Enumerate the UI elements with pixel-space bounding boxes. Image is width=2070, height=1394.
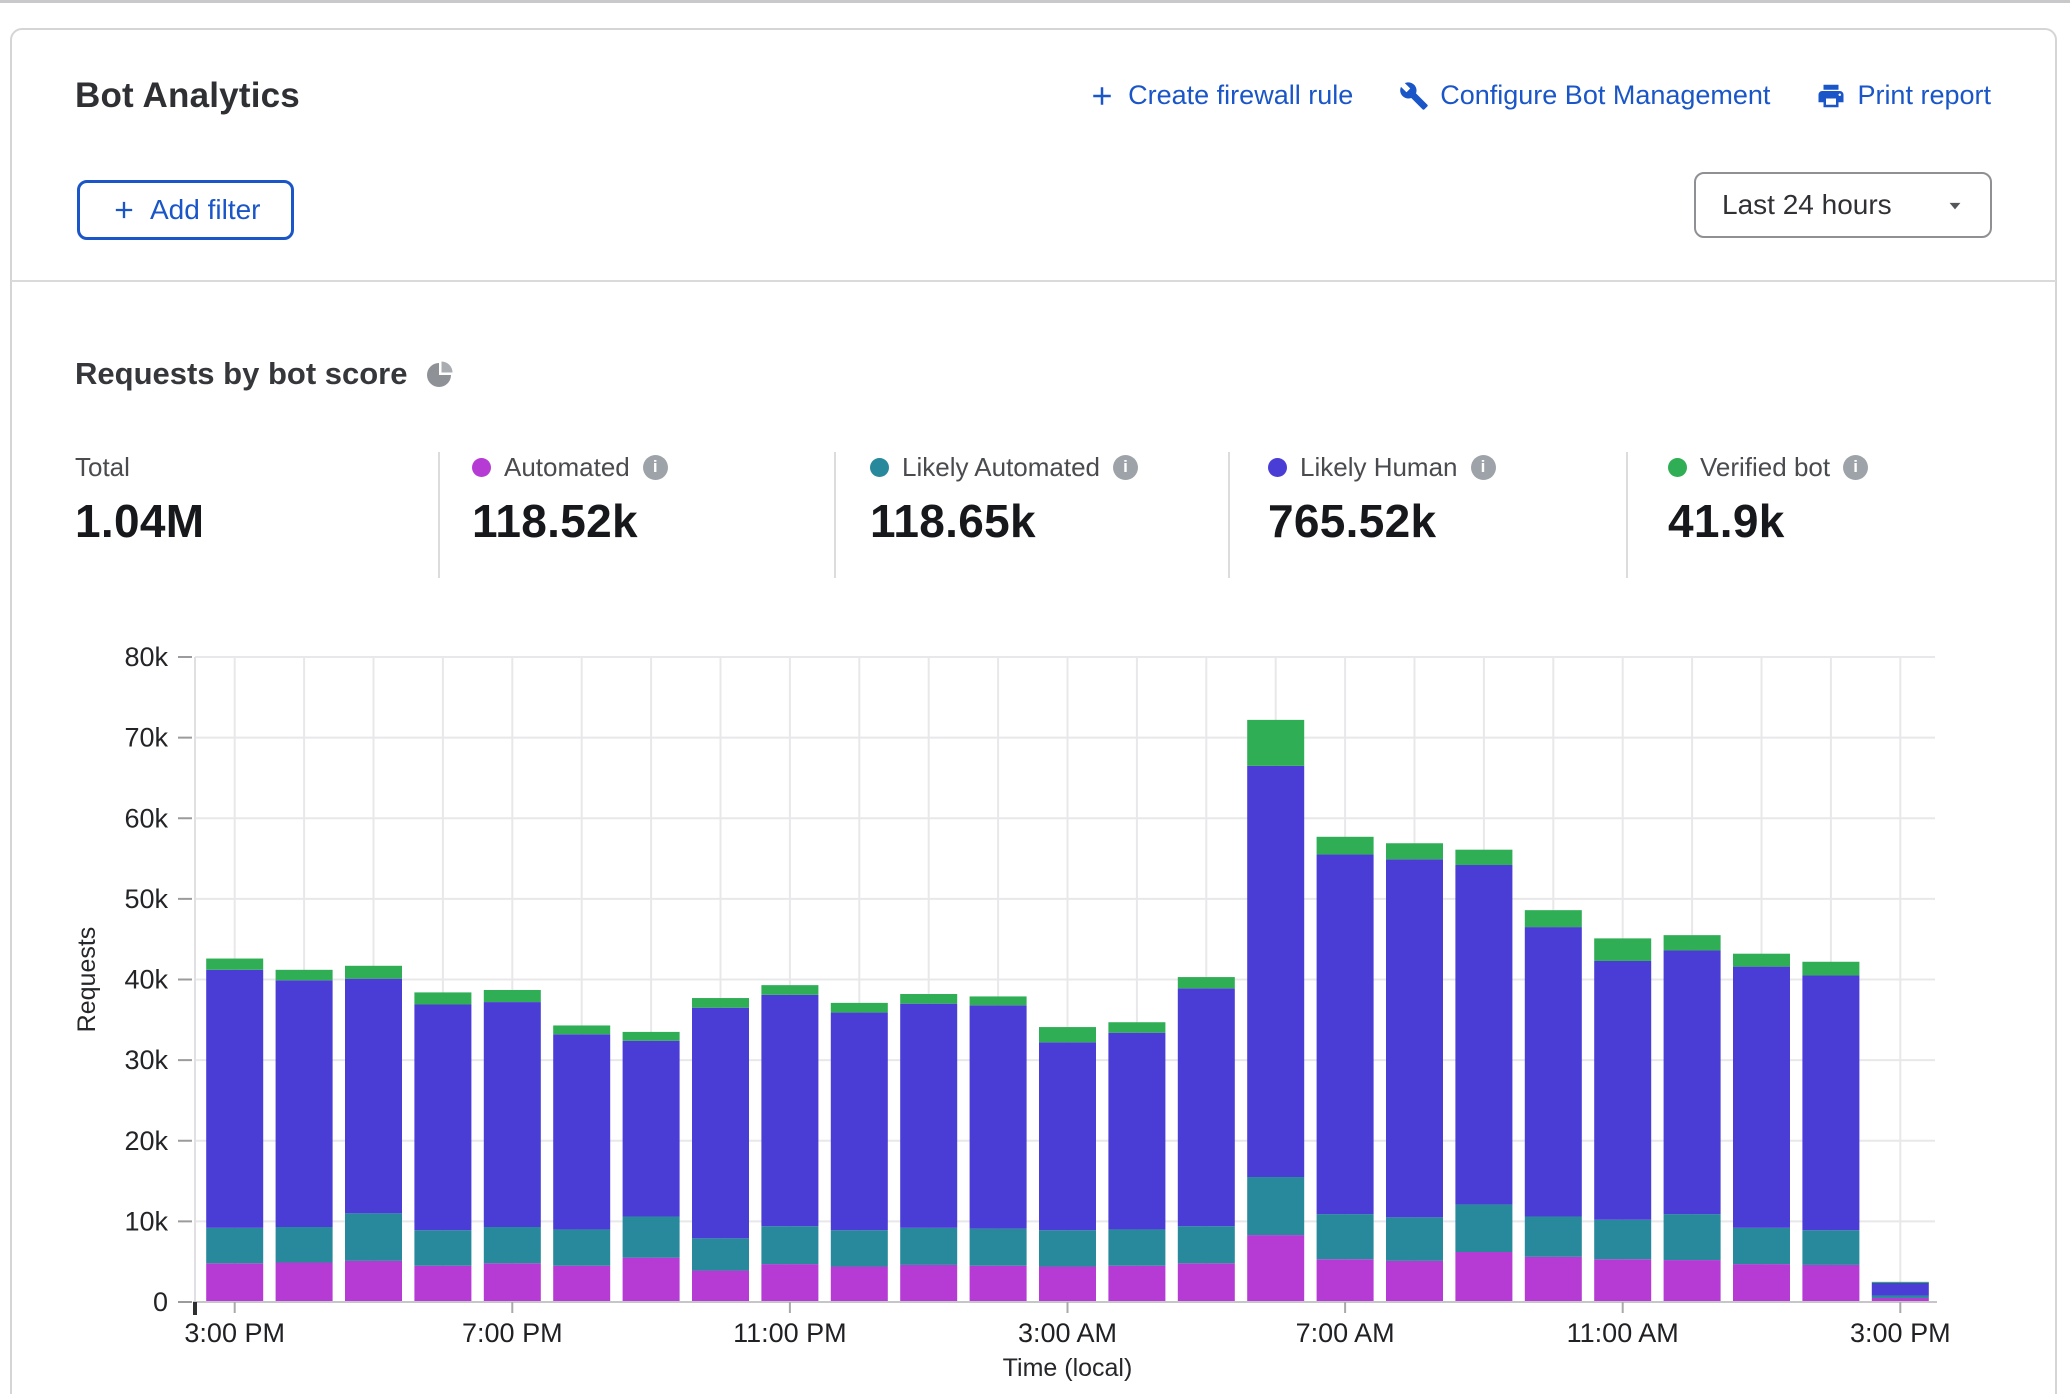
chevron-down-icon — [1942, 192, 1968, 218]
verified-bot-legend-dot — [1668, 458, 1687, 477]
stat-likely-automated-value: 118.65k — [870, 494, 1138, 548]
time-range-value: Last 24 hours — [1722, 189, 1892, 221]
svg-text:Requests: Requests — [73, 927, 101, 1033]
svg-text:10k: 10k — [124, 1206, 168, 1236]
info-icon[interactable]: i — [643, 455, 668, 480]
wrench-icon — [1399, 81, 1429, 111]
requests-by-bot-score-chart[interactable]: 0 10k 20k 30k 40k 50k 60k 70k 80k 3:00 PM 7:00 PM 1… — [0, 600, 2070, 1394]
stacked-bar-chart[interactable]: 0 10k 20k 30k 40k 50k 60k 70k 80k 3:00 PM 7:00 PM 1… — [0, 600, 2070, 1394]
likely-automated-legend-dot — [870, 458, 889, 477]
section-divider — [11, 280, 2056, 282]
svg-text:3:00 PM: 3:00 PM — [184, 1318, 285, 1348]
svg-text:40k: 40k — [124, 965, 168, 995]
create-firewall-rule-link[interactable]: Create firewall rule — [1087, 80, 1353, 111]
svg-text:3:00 AM: 3:00 AM — [1018, 1318, 1117, 1348]
stat-total: Total 1.04M — [75, 450, 204, 548]
stat-automated: Automated i 118.52k — [472, 450, 668, 548]
stat-automated-label: Automated — [504, 452, 630, 483]
stat-likely-human: Likely Human i 765.52k — [1268, 450, 1496, 548]
configure-bot-management-label: Configure Bot Management — [1440, 80, 1770, 111]
time-range-select[interactable]: Last 24 hours — [1694, 172, 1992, 238]
svg-text:3:00 PM: 3:00 PM — [1850, 1318, 1951, 1348]
info-icon[interactable]: i — [1471, 455, 1496, 480]
svg-text:11:00 AM: 11:00 AM — [1567, 1318, 1679, 1348]
pie-chart-icon — [425, 360, 454, 389]
info-icon[interactable]: i — [1113, 455, 1138, 480]
configure-bot-management-link[interactable]: Configure Bot Management — [1399, 80, 1770, 111]
page-top-border — [0, 0, 2070, 3]
stat-likely-human-label: Likely Human — [1300, 452, 1458, 483]
svg-text:7:00 PM: 7:00 PM — [462, 1318, 563, 1348]
bot-analytics-page: Bot Analytics Create firewall rule Confi… — [0, 0, 2070, 1394]
svg-text:70k: 70k — [124, 723, 168, 753]
svg-text:11:00 PM: 11:00 PM — [733, 1318, 847, 1348]
stat-divider — [834, 452, 836, 578]
stat-likely-automated: Likely Automated i 118.65k — [870, 450, 1138, 548]
stats-row: Total 1.04M Automated i 118.52k Likely A… — [0, 450, 2070, 580]
stat-verified-bot-label: Verified bot — [1700, 452, 1830, 483]
stat-likely-human-value: 765.52k — [1268, 494, 1496, 548]
print-report-label: Print report — [1857, 80, 1991, 111]
stat-total-value: 1.04M — [75, 494, 204, 548]
create-firewall-rule-label: Create firewall rule — [1128, 80, 1353, 111]
info-icon[interactable]: i — [1843, 455, 1868, 480]
add-filter-label: Add filter — [150, 194, 261, 226]
print-report-link[interactable]: Print report — [1816, 80, 1991, 111]
section-heading: Requests by bot score — [75, 356, 407, 392]
svg-text:80k: 80k — [124, 642, 168, 672]
section-heading-row: Requests by bot score — [75, 356, 454, 392]
svg-text:Time (local): Time (local) — [1003, 1354, 1133, 1382]
svg-text:0: 0 — [153, 1287, 168, 1317]
stat-divider — [1228, 452, 1230, 578]
svg-text:60k: 60k — [124, 803, 168, 833]
likely-human-legend-dot — [1268, 458, 1287, 477]
stat-divider — [1626, 452, 1628, 578]
plus-icon — [1087, 81, 1117, 111]
stat-verified-bot: Verified bot i 41.9k — [1668, 450, 1868, 548]
plus-icon — [110, 196, 138, 224]
svg-text:20k: 20k — [124, 1126, 168, 1156]
stat-likely-automated-label: Likely Automated — [902, 452, 1100, 483]
automated-legend-dot — [472, 458, 491, 477]
stat-total-label: Total — [75, 452, 130, 483]
printer-icon — [1816, 81, 1846, 111]
stat-divider — [438, 452, 440, 578]
svg-text:30k: 30k — [124, 1045, 168, 1075]
svg-text:7:00 AM: 7:00 AM — [1296, 1318, 1395, 1348]
stat-verified-bot-value: 41.9k — [1668, 494, 1868, 548]
add-filter-button[interactable]: Add filter — [77, 180, 294, 240]
svg-text:50k: 50k — [124, 884, 168, 914]
header-actions: Create firewall rule Configure Bot Manag… — [1087, 80, 1991, 111]
stat-automated-value: 118.52k — [472, 494, 668, 548]
page-title: Bot Analytics — [75, 76, 300, 116]
